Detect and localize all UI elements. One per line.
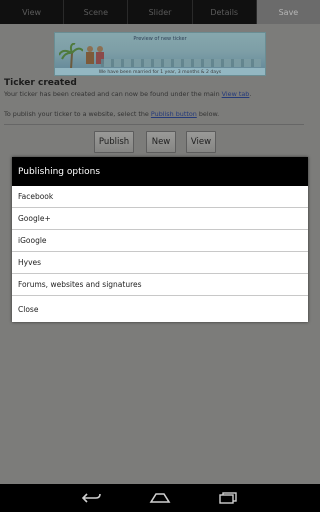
ticker-progress-strip xyxy=(101,59,261,67)
palm-tree-icon xyxy=(59,43,83,69)
page-title: Ticker created xyxy=(4,78,77,88)
tab-bar: View Scene Slider Details Save xyxy=(0,0,320,24)
preview-title: Preview of new ticker xyxy=(133,36,187,42)
view-tab-link[interactable]: View tab xyxy=(222,90,250,98)
option-forums-websites-signatures[interactable]: Forums, websites and signatures xyxy=(12,274,308,296)
option-facebook[interactable]: Facebook xyxy=(12,186,308,208)
preview-caption: We have been married for 1 year, 3 month… xyxy=(55,68,265,75)
tab-slider[interactable]: Slider xyxy=(128,0,193,24)
publishing-options-dialog: Publishing options Facebook Google+ iGoo… xyxy=(12,157,308,322)
ticker-preview: Preview of new ticker We have been marri… xyxy=(54,32,266,76)
back-icon[interactable] xyxy=(80,490,104,506)
option-google-plus[interactable]: Google+ xyxy=(12,208,308,230)
option-close[interactable]: Close xyxy=(12,296,308,322)
publish-instructions: To publish your ticker to a website, sel… xyxy=(4,110,220,118)
option-hyves[interactable]: Hyves xyxy=(12,252,308,274)
option-igoogle[interactable]: iGoogle xyxy=(12,230,308,252)
tab-view[interactable]: View xyxy=(0,0,65,24)
view-button[interactable]: View xyxy=(186,131,216,153)
divider xyxy=(4,124,304,125)
recent-apps-icon[interactable] xyxy=(216,490,240,506)
tab-scene[interactable]: Scene xyxy=(64,0,129,24)
home-icon[interactable] xyxy=(148,490,172,506)
created-message: Your ticker has been created and can now… xyxy=(4,90,252,98)
tab-save[interactable]: Save xyxy=(256,0,320,24)
dialog-title: Publishing options xyxy=(12,157,308,186)
app-screen: View Scene Slider Details Save Preview o… xyxy=(0,0,320,484)
system-nav-bar xyxy=(0,484,320,512)
publish-button-link[interactable]: Publish button xyxy=(151,110,197,118)
publish-button[interactable]: Publish xyxy=(94,131,134,153)
tab-details[interactable]: Details xyxy=(192,0,257,24)
person-figure-left xyxy=(85,46,94,68)
new-button[interactable]: New xyxy=(146,131,176,153)
